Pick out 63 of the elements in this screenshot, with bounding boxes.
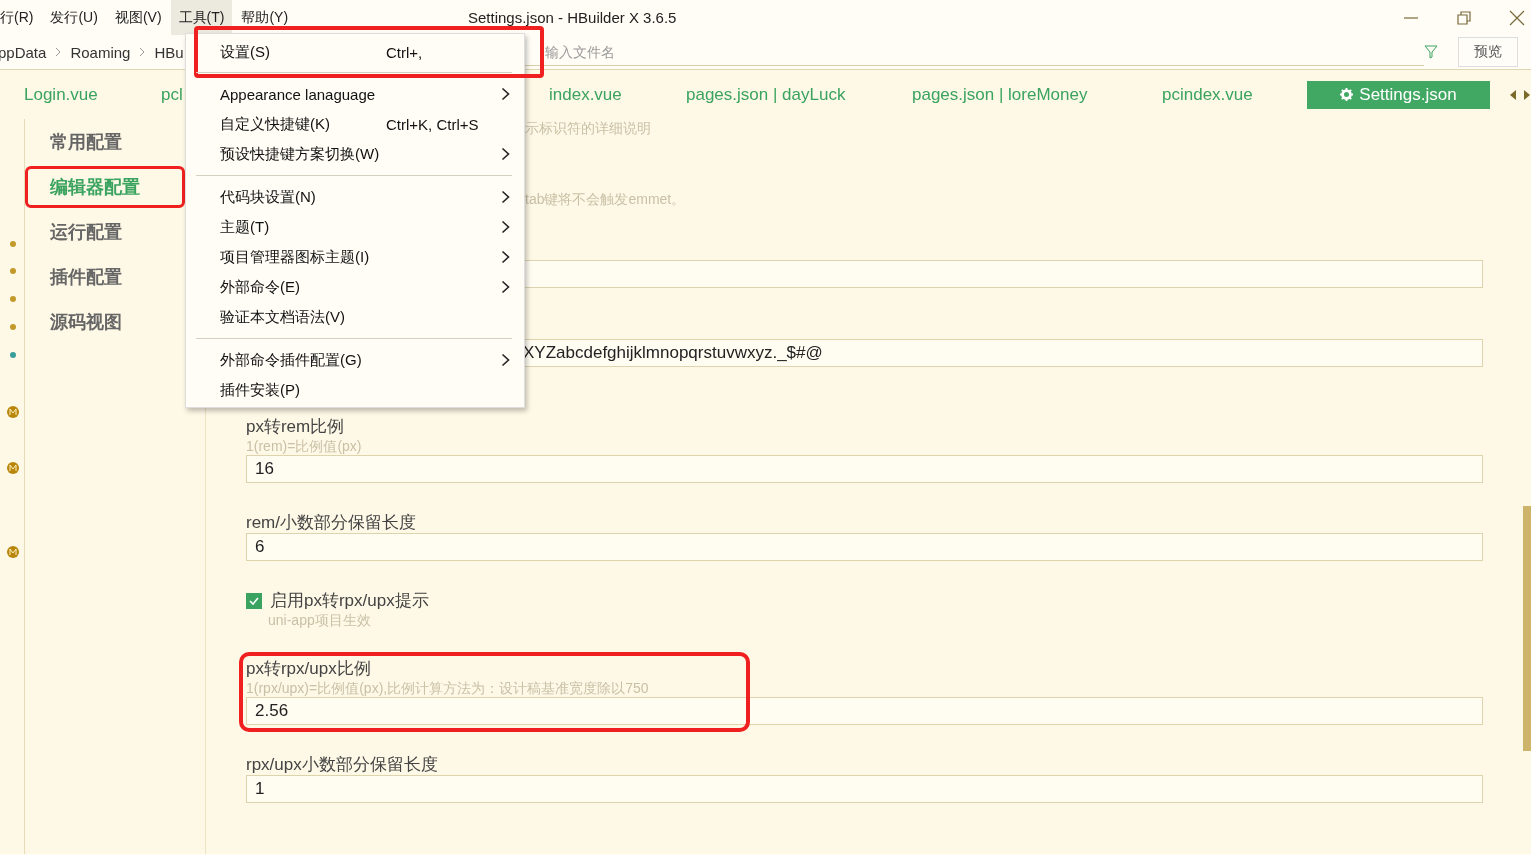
chevron-right-icon: [501, 147, 510, 161]
breadcrumb[interactable]: Roaming: [70, 43, 131, 61]
filter-icon[interactable]: [1424, 45, 1438, 59]
setting-label: px转rpx/upx比例: [246, 659, 372, 679]
text-field[interactable]: 16: [246, 455, 1483, 483]
menu-item[interactable]: 主题(T): [186, 212, 524, 242]
chevron-right-icon: [501, 87, 510, 101]
sidebar-item[interactable]: 常用配置: [50, 123, 164, 160]
chevron-right-icon: [501, 190, 510, 204]
menu-bar-item[interactable]: 视图(V): [114, 0, 170, 35]
setting-hint: 1(rpx/upx)=比例值(px),比例计算方法为：设计稿基准宽度除以750: [246, 679, 650, 697]
scrollbar[interactable]: [1523, 506, 1531, 751]
menu-item[interactable]: 项目管理器图标主题(I): [186, 242, 524, 272]
chevron-right-icon: [501, 353, 510, 367]
text-field[interactable]: XYZabcdefghijklmnopqrstuvwxyz._$#@: [523, 339, 1483, 367]
menu-item[interactable]: Appearance lanaguage: [186, 79, 524, 109]
dot-icon: [10, 324, 16, 330]
sidebar-item[interactable]: 运行配置: [50, 213, 164, 250]
setting-label: rem/小数部分保留长度: [246, 513, 417, 533]
text-field[interactable]: 1: [246, 775, 1483, 803]
restore-icon[interactable]: [1456, 9, 1472, 26]
dot-icon: [10, 268, 16, 274]
menu-item[interactable]: 代码块设置(N): [186, 182, 524, 212]
tab-scroll-left-icon[interactable]: [1509, 89, 1517, 100]
menu-item[interactable]: 验证本文档语法(V): [186, 302, 524, 332]
window-title: Settings.json - HBuilder X 3.6.5: [468, 9, 678, 26]
text-field[interactable]: 6: [246, 533, 1483, 561]
text-field[interactable]: 2.56: [246, 697, 1483, 725]
chevron-right-icon: [501, 250, 510, 264]
menu-bar-item[interactable]: 行(R): [0, 0, 42, 35]
setting-hint: 1(rem)=比例值(px): [246, 437, 363, 455]
dot-icon: [10, 352, 16, 358]
preview-button[interactable]: 预览: [1458, 37, 1518, 67]
setting-hint: uni-app项目生效: [268, 611, 372, 629]
text-field[interactable]: [523, 260, 1483, 288]
close-icon[interactable]: [1509, 9, 1525, 26]
checkbox-label: 启用px转rpx/upx提示: [270, 591, 429, 611]
menu-bar-item[interactable]: 发行(U): [50, 0, 106, 35]
modified-marker-icon: [7, 546, 19, 558]
setting-label: rpx/upx小数部分保留长度: [246, 755, 439, 775]
dot-icon: [10, 296, 16, 302]
menu-item[interactable]: 外部命令插件配置(G): [186, 345, 524, 375]
search-field[interactable]: 输入文件名: [523, 38, 1424, 66]
modified-marker-icon: [7, 462, 19, 474]
dot-icon: [10, 241, 16, 247]
menu-item[interactable]: 插件安装(P): [186, 375, 524, 405]
tab-scroll-right-icon[interactable]: [1523, 89, 1531, 100]
gear-icon: [1340, 88, 1354, 101]
chevron-right-icon: [501, 280, 510, 294]
breadcrumb[interactable]: HBu: [154, 43, 184, 61]
sidebar-item[interactable]: 插件配置: [50, 258, 164, 295]
chevron-right-icon: [54, 47, 63, 57]
setting-hint: 示标识符的详细说明: [525, 119, 652, 138]
modified-marker-icon: [7, 406, 19, 418]
sidebar-item[interactable]: 源码视图: [50, 303, 164, 340]
chevron-right-icon: [501, 220, 510, 234]
menu-item[interactable]: 外部命令(E): [186, 272, 524, 302]
setting-label: px转rem比例: [246, 417, 346, 437]
menu-item[interactable]: 自定义快捷键(K) Ctrl+K, Ctrl+S: [186, 109, 524, 139]
chevron-right-icon: [138, 47, 147, 57]
menu-item[interactable]: 预设快捷键方案切换(W): [186, 139, 524, 169]
checkbox[interactable]: [246, 593, 262, 609]
setting-hint: tab键将不会触发emmet。: [525, 190, 687, 209]
